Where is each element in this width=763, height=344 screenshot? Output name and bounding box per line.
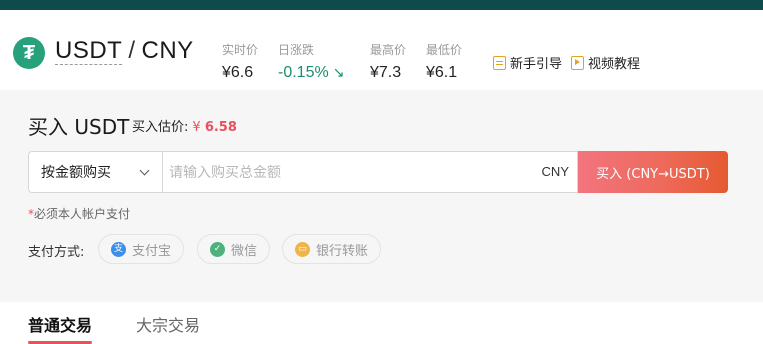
payment-method-label: 支付方式: [28, 245, 85, 260]
video-tutorial-label: 视频教程 [588, 57, 641, 72]
stat-label: 最高价 [370, 43, 407, 57]
pair-quote: CNY [141, 37, 194, 64]
payment-alipay[interactable]: 支 支付宝 [98, 234, 185, 264]
estimate-currency: ¥ [192, 120, 201, 135]
purchase-mode-value: 按金额购买 [41, 165, 111, 181]
buy-panel: 买入 USDT 买入估价:¥ 6.58 按金额购买 CNY 买入 (CNY→US… [0, 90, 763, 302]
stat-value: -0.15% ↘ [278, 64, 344, 82]
beginner-guide-label: 新手引导 [510, 57, 563, 72]
stat-label: 最低价 [426, 43, 463, 57]
payment-wechat[interactable]: ✓ 微信 [197, 234, 271, 264]
payment-bank-transfer[interactable]: ▭ 银行转账 [282, 234, 382, 264]
purchase-mode-select[interactable]: 按金额购买 [28, 151, 162, 193]
estimate-price: ¥ 6.58 [192, 120, 237, 135]
video-icon [571, 55, 584, 70]
payment-note: *必须本人帐户支付 [28, 205, 130, 222]
payment-bank-label: 银行转账 [316, 243, 369, 259]
currency-unit: CNY [541, 164, 569, 179]
trade-tabs: 普通交易 大宗交易 [0, 302, 763, 344]
trading-pair: USDT / CNY [55, 37, 194, 65]
stat-low-price: 最低价 ¥6.1 [426, 41, 462, 82]
buy-button[interactable]: 买入 (CNY→USDT) [578, 151, 728, 193]
stat-value: ¥6.1 [426, 64, 458, 81]
pair-separator: / [128, 37, 136, 64]
stat-high-price: 最高价 ¥7.3 [370, 41, 406, 82]
video-tutorial-link[interactable]: 视频教程 [571, 53, 640, 72]
amount-field: CNY [162, 151, 578, 194]
chevron-down-icon [139, 165, 150, 176]
market-header: ₮ USDT / CNY 实时价 ¥6.6 日涨跌 -0.15% ↘ 最高价 ¥7.3… [0, 10, 763, 90]
stat-label: 实时价 [222, 43, 259, 57]
tether-logo-icon: ₮ [13, 37, 45, 69]
stat-label: 日涨跌 [278, 43, 315, 57]
payment-note-text: 必须本人帐户支付 [34, 207, 131, 221]
top-bar [0, 0, 763, 10]
stat-realtime-price: 实时价 ¥6.6 [222, 41, 258, 82]
estimate-label: 买入估价: [132, 120, 189, 135]
amount-input[interactable] [163, 152, 511, 194]
trend-down-icon: ↘ [332, 64, 345, 80]
beginner-guide-link[interactable]: 新手引导 [493, 53, 562, 72]
wechat-icon: ✓ [210, 241, 225, 257]
daily-change-value: -0.15% [278, 64, 329, 81]
tab-normal-trade[interactable]: 普通交易 [28, 312, 92, 336]
guide-icon [493, 55, 506, 70]
stat-value: ¥6.6 [222, 64, 254, 81]
buy-title: 买入 USDT [28, 115, 130, 139]
tab-block-trade[interactable]: 大宗交易 [136, 312, 200, 336]
buy-estimate: 买入估价: ¥ 6.58 [132, 116, 237, 135]
pair-base[interactable]: USDT [55, 37, 123, 65]
stat-value: ¥7.3 [370, 64, 402, 81]
buy-form: 按金额购买 CNY 买入 (CNY→USDT) [28, 151, 728, 194]
payment-alipay-label: 支付宝 [132, 243, 172, 259]
payment-wechat-label: 微信 [231, 243, 258, 259]
stat-daily-change: 日涨跌 -0.15% ↘ [278, 41, 344, 82]
bank-icon: ▭ [295, 241, 310, 257]
estimate-value: 6.58 [204, 120, 237, 135]
alipay-icon: 支 [111, 241, 126, 257]
